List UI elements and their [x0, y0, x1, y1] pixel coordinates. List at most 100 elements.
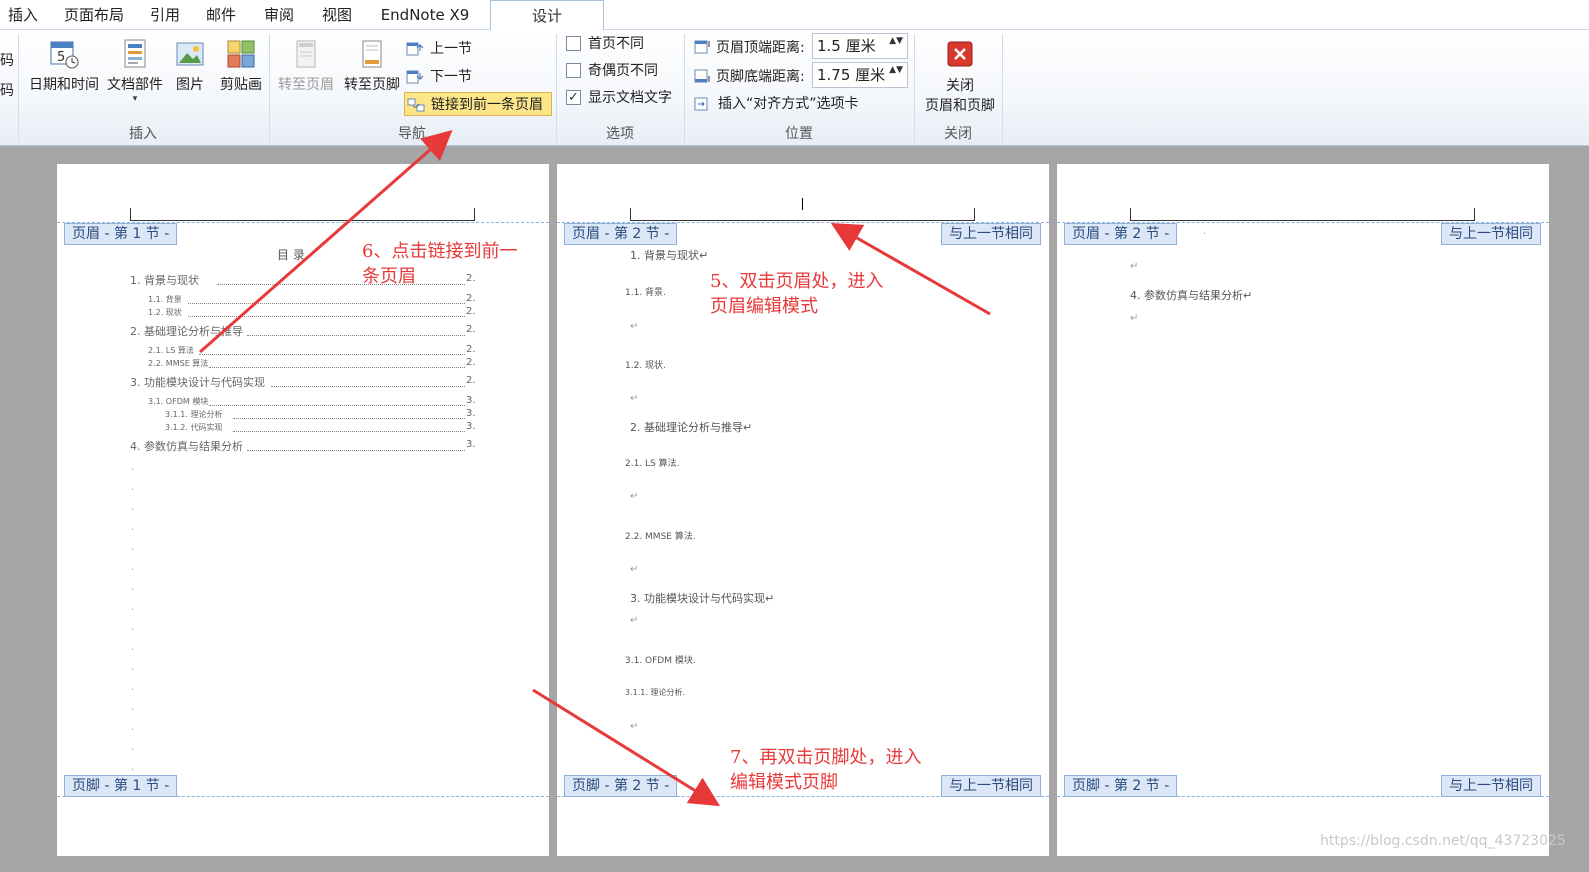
- clip-art-button[interactable]: 剪贴画: [216, 38, 266, 94]
- close-label-line2: 页眉和页脚: [925, 98, 995, 114]
- close-header-footer-button[interactable]: 关闭 页眉和页脚: [918, 38, 1002, 116]
- header-top-distance: 页眉顶端距离: 1.5 厘米 ▲▼: [690, 33, 912, 59]
- toc-page-number: 2.: [466, 306, 476, 317]
- tab-references[interactable]: 引用: [142, 0, 188, 30]
- tab-page-layout[interactable]: 页面布局: [56, 0, 132, 30]
- previous-section-icon: [406, 42, 424, 56]
- tab-view[interactable]: 视图: [314, 0, 360, 30]
- toc-entry[interactable]: 3. 功能模块设计与代码实现: [130, 374, 265, 390]
- empty-paragraph: .: [131, 582, 135, 593]
- goto-footer-label: 转至页脚: [344, 77, 400, 93]
- header-section-tag: 页眉 - 第 2 节 -: [564, 223, 678, 245]
- text-cursor: [802, 198, 803, 210]
- checkbox-box: [566, 36, 581, 51]
- body-line[interactable]: 3.1.1. 理论分析.: [625, 687, 685, 698]
- date-time-button[interactable]: 5 日期和时间: [26, 38, 102, 94]
- body-line[interactable]: 3.1. OFDM 模块.: [625, 653, 696, 666]
- picture-button[interactable]: 图片: [170, 38, 210, 94]
- empty-paragraph: .: [131, 602, 135, 613]
- goto-footer-button[interactable]: 转至页脚: [340, 38, 404, 94]
- doc-parts-button[interactable]: 文档部件 ▾: [104, 38, 166, 104]
- tab-review[interactable]: 审阅: [256, 0, 302, 30]
- toc-entry[interactable]: 4. 参数仿真与结果分析: [130, 438, 243, 454]
- toc-leader: [247, 450, 465, 451]
- footer-boundary: [1057, 796, 1549, 797]
- toc-page-number: 2.: [466, 344, 476, 355]
- empty-paragraph: .: [131, 662, 135, 673]
- paragraph-mark: ↵: [630, 491, 639, 502]
- previous-section-button[interactable]: 上一节: [404, 37, 524, 61]
- annotation-text: 6、点击链接到前一: [362, 241, 518, 262]
- insert-alignment-tab-button[interactable]: 插入“对齐方式”选项卡: [692, 92, 892, 116]
- insert-alignment-tab-label: 插入“对齐方式”选项卡: [718, 96, 859, 112]
- tab-endnote[interactable]: EndNote X9: [372, 0, 478, 30]
- footer-position-icon: [694, 69, 710, 83]
- goto-header-button[interactable]: 转至页眉: [274, 38, 338, 94]
- header-top-distance-value: 1.5 厘米: [817, 37, 876, 55]
- toc-leader: [188, 316, 465, 317]
- header-area[interactable]: [130, 208, 475, 221]
- ribbon: 码 码 5 日期和时间 文档部件 ▾ 图片 剪贴画 插入 转至页眉 转至页脚 上…: [0, 30, 1589, 146]
- page-3[interactable]: 页眉 - 第 2 节 - . 与上一节相同 ↵ 4. 参数仿真与结果分析↵ ↵ …: [1057, 164, 1549, 856]
- toc-entry[interactable]: 3.1.2. 代码实现: [165, 422, 222, 433]
- toc-page-number: 2.: [466, 375, 476, 386]
- body-line[interactable]: 2.1. LS 算法.: [625, 456, 679, 469]
- next-section-label: 下一节: [430, 69, 472, 85]
- toc-entry[interactable]: 1.2. 现状: [148, 307, 182, 318]
- toc-entry[interactable]: 2.2. MMSE 算法: [148, 358, 208, 369]
- same-as-previous-tag: 与上一节相同: [1441, 775, 1541, 797]
- body-line[interactable]: 2.2. MMSE 算法.: [625, 529, 696, 542]
- annotation-text: 7、再双击页脚处，进入: [730, 747, 922, 768]
- link-to-previous-button[interactable]: 链接到前一条页眉: [404, 92, 552, 116]
- clip-art-icon: [227, 40, 255, 68]
- paragraph-mark: ↵: [1130, 261, 1139, 272]
- same-as-previous-tag: 与上一节相同: [941, 775, 1041, 797]
- toc-entry[interactable]: 1.1. 背景: [148, 294, 182, 305]
- body-line[interactable]: 1.1. 背景.: [625, 285, 666, 298]
- header-position-icon: [694, 40, 710, 54]
- document-parts-icon: [124, 39, 146, 68]
- toc-title: 目 录.: [277, 248, 309, 262]
- toc-page-number: 2.: [466, 293, 476, 304]
- next-section-button[interactable]: 下一节: [404, 65, 524, 89]
- toc-entry[interactable]: 1. 背景与现状: [130, 272, 199, 288]
- toc-entry[interactable]: 3.1. OFDM 模块: [148, 396, 208, 407]
- show-document-text-checkbox[interactable]: ✓ 显示文档文字: [562, 87, 682, 109]
- body-line[interactable]: 1.2. 现状.: [625, 358, 666, 371]
- spin-arrows-icon[interactable]: ▲▼: [889, 66, 903, 75]
- check-mark-icon: ✓: [566, 90, 581, 105]
- close-group-label: 关闭: [944, 126, 972, 142]
- toc-entry[interactable]: 2. 基础理论分析与推导: [130, 323, 243, 339]
- header-area[interactable]: [1130, 208, 1475, 221]
- body-line[interactable]: 4. 参数仿真与结果分析↵: [1130, 287, 1252, 303]
- group-separator: [1002, 34, 1003, 142]
- toc-entry[interactable]: 3.1.1. 理论分析: [165, 409, 222, 420]
- chevron-down-icon: ▾: [132, 94, 138, 104]
- toc-page-number: 3.: [466, 439, 476, 450]
- partial-button-label[interactable]: 码: [0, 50, 14, 70]
- toc-leader: [209, 367, 465, 368]
- paragraph-mark: ↵: [630, 393, 639, 404]
- link-icon: [407, 98, 425, 112]
- partial-button-label-2[interactable]: 码: [0, 80, 14, 100]
- toc-leader: [209, 405, 465, 406]
- toc-page-number: 2.: [466, 324, 476, 335]
- tab-mailings[interactable]: 邮件: [198, 0, 244, 30]
- header-section-tag: 页眉 - 第 2 节 -: [1064, 223, 1178, 245]
- footer-section-tag: 页脚 - 第 2 节 -: [564, 775, 678, 797]
- toc-entry[interactable]: 2.1. LS 算法: [148, 345, 194, 356]
- different-first-page-checkbox[interactable]: 首页不同: [562, 33, 682, 55]
- different-odd-even-checkbox[interactable]: 奇偶页不同: [562, 60, 682, 82]
- body-line[interactable]: 3. 功能模块设计与代码实现↵: [630, 590, 774, 606]
- tab-insert[interactable]: 插入: [0, 0, 46, 30]
- header-top-distance-input[interactable]: 1.5 厘米 ▲▼: [812, 33, 908, 59]
- footer-bottom-distance-input[interactable]: 1.75 厘米 ▲▼: [812, 62, 908, 88]
- different-first-page-label: 首页不同: [588, 36, 644, 52]
- footer-section-tag: 页脚 - 第 1 节 -: [64, 775, 178, 797]
- body-line[interactable]: 1. 背景与现状↵: [630, 247, 708, 263]
- body-line[interactable]: 2. 基础理论分析与推导↵: [630, 419, 752, 435]
- tab-design[interactable]: 设计: [490, 0, 604, 31]
- empty-paragraph: .: [131, 722, 135, 733]
- spin-arrows-icon[interactable]: ▲▼: [889, 37, 903, 46]
- header-section-tag: 页眉 - 第 1 节 -: [64, 223, 178, 245]
